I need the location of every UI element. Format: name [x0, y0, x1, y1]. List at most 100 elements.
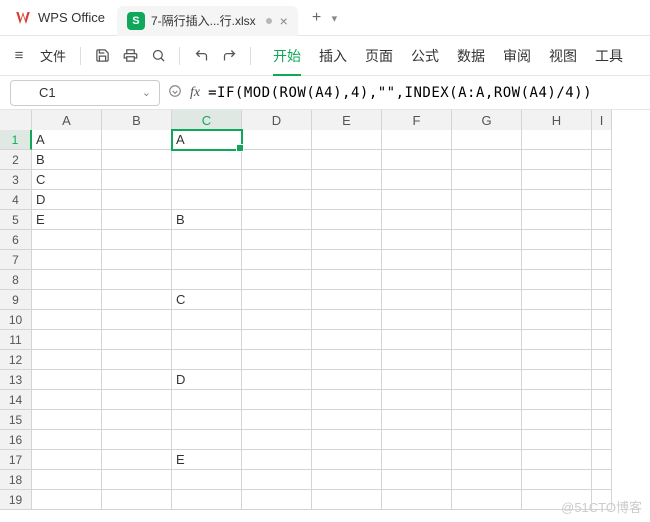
cell[interactable] [382, 390, 452, 410]
cell[interactable] [592, 330, 612, 350]
cell[interactable] [312, 170, 382, 190]
preview-icon[interactable] [147, 45, 169, 67]
row-header[interactable]: 17 [0, 450, 32, 470]
cell[interactable] [522, 390, 592, 410]
cell[interactable] [592, 390, 612, 410]
app-logo[interactable]: WPS Office [6, 9, 113, 27]
cell[interactable] [382, 470, 452, 490]
close-tab-icon[interactable]: × [280, 13, 288, 29]
cell[interactable] [452, 190, 522, 210]
row-header[interactable]: 15 [0, 410, 32, 430]
cell[interactable] [522, 450, 592, 470]
column-header[interactable]: H [522, 110, 592, 132]
new-tab-button[interactable]: + ▾ [302, 9, 347, 27]
cell[interactable] [32, 390, 102, 410]
cell[interactable] [242, 470, 312, 490]
cell[interactable] [102, 150, 172, 170]
cell[interactable] [522, 350, 592, 370]
cell[interactable] [102, 170, 172, 190]
cell[interactable] [242, 250, 312, 270]
cell[interactable] [102, 270, 172, 290]
cell[interactable] [312, 230, 382, 250]
cell[interactable] [242, 290, 312, 310]
cell[interactable] [452, 170, 522, 190]
cell[interactable] [592, 150, 612, 170]
cell[interactable] [592, 310, 612, 330]
cell[interactable] [172, 230, 242, 250]
cell[interactable] [242, 210, 312, 230]
cell[interactable]: C [172, 290, 242, 310]
cell[interactable] [242, 150, 312, 170]
cell[interactable] [522, 430, 592, 450]
cell[interactable] [312, 150, 382, 170]
cell[interactable] [242, 370, 312, 390]
row-header[interactable]: 19 [0, 490, 32, 510]
row-header[interactable]: 6 [0, 230, 32, 250]
cell[interactable] [522, 330, 592, 350]
cell[interactable] [242, 130, 312, 150]
cell[interactable] [312, 430, 382, 450]
cell[interactable] [312, 450, 382, 470]
cell[interactable] [312, 290, 382, 310]
cell[interactable] [102, 350, 172, 370]
cell[interactable] [522, 470, 592, 490]
cell[interactable] [382, 330, 452, 350]
cell[interactable]: A [32, 130, 102, 150]
cell[interactable] [452, 350, 522, 370]
hamburger-icon[interactable]: ≡ [8, 45, 30, 67]
column-header[interactable]: B [102, 110, 172, 132]
column-header[interactable]: C [172, 110, 242, 132]
row-header[interactable]: 8 [0, 270, 32, 290]
cell[interactable] [102, 450, 172, 470]
cell[interactable]: E [172, 450, 242, 470]
cell[interactable] [172, 170, 242, 190]
row-header[interactable]: 18 [0, 470, 32, 490]
cell[interactable] [32, 270, 102, 290]
cell[interactable] [242, 430, 312, 450]
row-header[interactable]: 11 [0, 330, 32, 350]
cell[interactable] [32, 430, 102, 450]
cell[interactable] [452, 310, 522, 330]
cell[interactable] [32, 350, 102, 370]
spreadsheet-grid[interactable]: ABCDEFGHI1AA2B3C4D5EB6789C10111213D14151… [0, 110, 650, 510]
cell[interactable] [312, 130, 382, 150]
cell[interactable] [382, 190, 452, 210]
cell[interactable] [312, 370, 382, 390]
chevron-down-icon[interactable]: ▾ [332, 13, 338, 25]
select-all-corner[interactable] [0, 110, 32, 132]
cell[interactable] [242, 270, 312, 290]
ribbon-tab[interactable]: 工具 [595, 46, 623, 66]
cell[interactable] [242, 450, 312, 470]
cell[interactable] [242, 330, 312, 350]
cell[interactable] [382, 430, 452, 450]
cell[interactable] [522, 130, 592, 150]
cell[interactable] [172, 250, 242, 270]
cell[interactable] [172, 430, 242, 450]
cell[interactable]: D [32, 190, 102, 210]
row-header[interactable]: 7 [0, 250, 32, 270]
cell[interactable] [382, 410, 452, 430]
cell[interactable] [32, 250, 102, 270]
cell[interactable] [382, 490, 452, 510]
cell[interactable] [102, 130, 172, 150]
cell[interactable] [312, 470, 382, 490]
name-box[interactable]: C1 ⌄ [10, 80, 160, 106]
cell[interactable] [522, 290, 592, 310]
ribbon-tab[interactable]: 页面 [365, 46, 393, 66]
row-header[interactable]: 1 [0, 130, 32, 150]
cell[interactable] [32, 410, 102, 430]
cell[interactable] [312, 350, 382, 370]
cell[interactable] [592, 370, 612, 390]
cell[interactable] [102, 210, 172, 230]
formula-input[interactable] [208, 80, 640, 106]
cell[interactable] [452, 210, 522, 230]
cell[interactable] [312, 250, 382, 270]
cell[interactable] [102, 490, 172, 510]
cell[interactable] [102, 230, 172, 250]
redo-icon[interactable] [218, 45, 240, 67]
cell[interactable] [32, 310, 102, 330]
cell[interactable] [172, 490, 242, 510]
cell[interactable] [592, 410, 612, 430]
cell[interactable] [312, 490, 382, 510]
ribbon-tab[interactable]: 开始 [273, 46, 301, 76]
